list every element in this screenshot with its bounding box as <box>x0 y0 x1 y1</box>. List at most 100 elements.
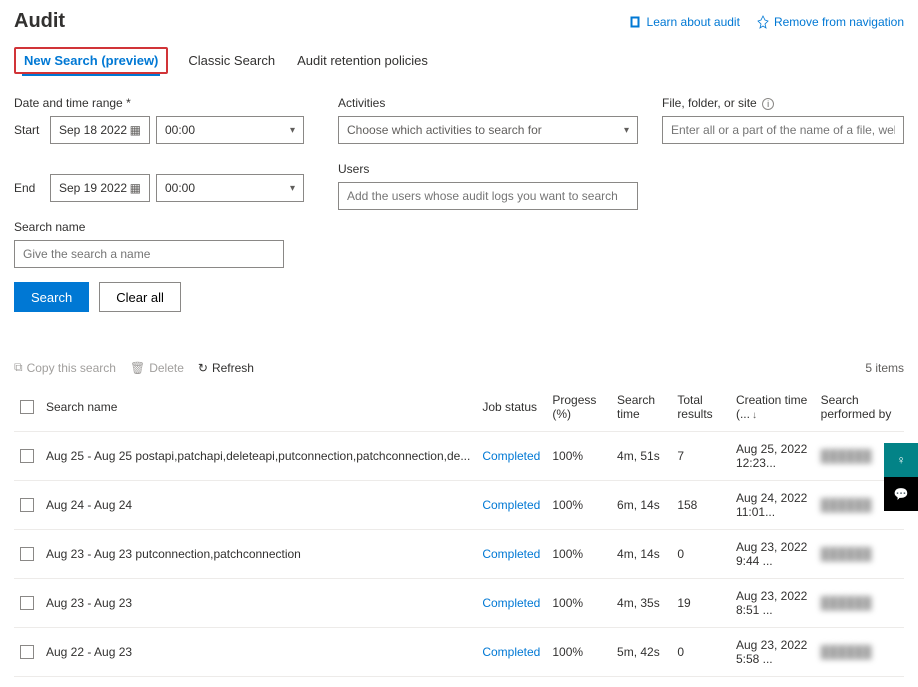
refresh-icon: ↻ <box>198 361 208 375</box>
end-time-input[interactable]: 00:00 ▾ <box>156 174 304 202</box>
feedback-button[interactable]: ♀ <box>884 443 918 477</box>
cell-search-name: Aug 25 - Aug 25 postapi,patchapi,deletea… <box>40 432 476 481</box>
cell-creation: Aug 25, 2022 12:23... <box>730 432 815 481</box>
search-name-input[interactable] <box>14 240 284 268</box>
row-checkbox[interactable] <box>20 498 34 512</box>
item-count: 5 items <box>865 361 904 375</box>
end-date-input[interactable]: Sep 19 2022 ▦ <box>50 174 150 202</box>
cell-status[interactable]: Completed <box>482 498 540 512</box>
tab-audit-retention[interactable]: Audit retention policies <box>295 47 430 74</box>
search-button[interactable]: Search <box>14 282 89 312</box>
lightbulb-icon: ♀ <box>897 453 906 467</box>
start-time-value: 00:00 <box>165 123 195 137</box>
file-col: File, folder, or site i <box>662 96 904 312</box>
cell-time: 4m, 14s <box>611 530 671 579</box>
start-date-value: Sep 18 2022 <box>59 123 127 137</box>
copy-label: Copy this search <box>27 361 116 375</box>
cell-results: 7 <box>671 432 730 481</box>
cell-performed: ██████ <box>815 530 904 579</box>
info-icon: i <box>762 98 774 110</box>
cell-status[interactable]: Completed <box>482 449 540 463</box>
cell-progress: 100% <box>546 579 611 628</box>
cell-progress: 100% <box>546 628 611 677</box>
start-time-input[interactable]: 00:00 ▾ <box>156 116 304 144</box>
delete-label: Delete <box>149 361 184 375</box>
chat-button[interactable]: 💬 <box>884 477 918 511</box>
sort-desc-icon: ↓ <box>752 410 757 421</box>
clear-all-button[interactable]: Clear all <box>99 282 181 312</box>
pin-remove-icon <box>756 15 770 29</box>
tab-classic-search[interactable]: Classic Search <box>186 47 277 74</box>
chevron-down-icon: ▾ <box>290 125 295 136</box>
table-row[interactable]: Aug 23 - Aug 23 putconnection,patchconne… <box>14 530 904 579</box>
start-date-input[interactable]: Sep 18 2022 ▦ <box>50 116 150 144</box>
cell-creation: Aug 23, 2022 8:51 ... <box>730 579 815 628</box>
chevron-down-icon: ▾ <box>624 125 629 136</box>
tabs: New Search (preview) Classic Search Audi… <box>14 47 904 74</box>
chat-icon: 💬 <box>894 487 909 501</box>
copy-search-button[interactable]: ⧉ Copy this search <box>14 360 116 375</box>
users-label: Users <box>338 162 638 176</box>
col-creation-time[interactable]: Creation time (...↓ <box>730 383 815 432</box>
row-checkbox[interactable] <box>20 645 34 659</box>
copy-icon: ⧉ <box>14 360 23 375</box>
trash-icon: 🗑 <box>130 361 145 375</box>
activities-col: Activities Choose which activities to se… <box>338 96 638 312</box>
table-row[interactable]: Aug 23 - Aug 23 Completed 100%4m, 35s19Aug… <box>14 579 904 628</box>
col-performed-by[interactable]: Search performed by <box>815 383 904 432</box>
col-total-results[interactable]: Total results <box>671 383 730 432</box>
col-search-time[interactable]: Search time <box>611 383 671 432</box>
row-checkbox[interactable] <box>20 449 34 463</box>
cell-search-name: Aug 24 - Aug 24 <box>40 481 476 530</box>
file-label: File, folder, or site i <box>662 96 904 110</box>
cell-status[interactable]: Completed <box>482 547 540 561</box>
tab-highlight-box: New Search (preview) <box>14 47 168 74</box>
date-time-col: Date and time range * Start Sep 18 2022 … <box>14 96 314 312</box>
link-label: Remove from navigation <box>774 15 904 29</box>
cell-progress: 100% <box>546 530 611 579</box>
calendar-icon: ▦ <box>130 123 141 137</box>
refresh-button[interactable]: ↻ Refresh <box>198 361 254 375</box>
start-label: Start <box>14 123 44 137</box>
select-all-checkbox[interactable] <box>20 400 34 414</box>
cell-performed: ██████ <box>815 628 904 677</box>
table-row[interactable]: Aug 24 - Aug 24Completed100%6m, 14s158Au… <box>14 481 904 530</box>
col-job-status[interactable]: Job status <box>476 383 546 432</box>
date-range-label: Date and time range * <box>14 96 314 110</box>
activities-select[interactable]: Choose which activities to search for ▾ <box>338 116 638 144</box>
cell-creation: Aug 24, 2022 11:01... <box>730 481 815 530</box>
cell-status[interactable]: Completed <box>482 645 540 659</box>
end-date-value: Sep 19 2022 <box>59 181 127 195</box>
link-label: Learn about audit <box>647 15 740 29</box>
activities-label: Activities <box>338 96 638 110</box>
remove-from-nav-link[interactable]: Remove from navigation <box>756 15 904 29</box>
book-icon <box>629 15 643 29</box>
file-input[interactable] <box>662 116 904 144</box>
cell-results: 0 <box>671 530 730 579</box>
table-row[interactable]: Aug 25 - Aug 25 postapi,patchapi,deletea… <box>14 432 904 481</box>
row-checkbox[interactable] <box>20 596 34 610</box>
cell-status[interactable]: Completed <box>482 596 540 610</box>
delete-button[interactable]: 🗑 Delete <box>130 361 184 375</box>
learn-about-audit-link[interactable]: Learn about audit <box>629 15 740 29</box>
chevron-down-icon: ▾ <box>290 183 295 194</box>
cell-time: 5m, 42s <box>611 628 671 677</box>
users-input[interactable] <box>338 182 638 210</box>
col-search-name[interactable]: Search name <box>40 383 476 432</box>
cell-time: 4m, 35s <box>611 579 671 628</box>
calendar-icon: ▦ <box>130 181 141 195</box>
cell-search-name: Aug 22 - Aug 23 <box>40 628 476 677</box>
table-row[interactable]: Aug 22 - Aug 23Completed100%5m, 42s0Aug … <box>14 628 904 677</box>
cell-results: 158 <box>671 481 730 530</box>
tab-new-search[interactable]: New Search (preview) <box>22 47 160 76</box>
activities-placeholder: Choose which activities to search for <box>347 123 542 137</box>
col-progress[interactable]: Progess (%) <box>546 383 611 432</box>
end-label: End <box>14 181 44 195</box>
cell-creation: Aug 23, 2022 5:58 ... <box>730 628 815 677</box>
cell-time: 4m, 51s <box>611 432 671 481</box>
cell-search-name: Aug 23 - Aug 23 <box>40 579 476 628</box>
cell-time: 6m, 14s <box>611 481 671 530</box>
cell-results: 19 <box>671 579 730 628</box>
cell-performed: ██████ <box>815 579 904 628</box>
row-checkbox[interactable] <box>20 547 34 561</box>
